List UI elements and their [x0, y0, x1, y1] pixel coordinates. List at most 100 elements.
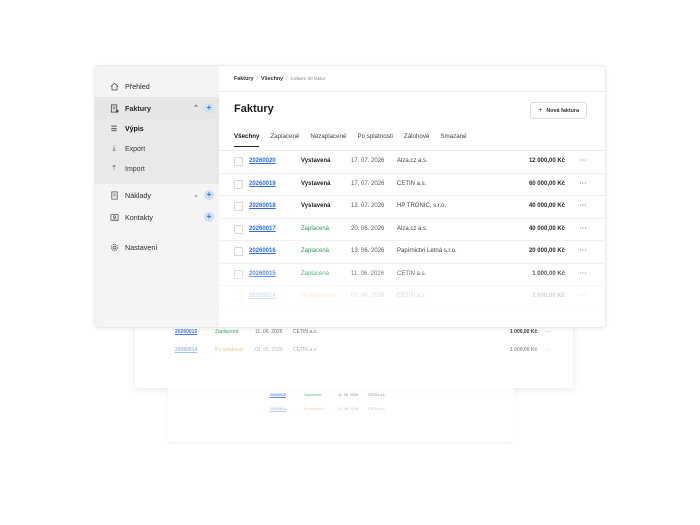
list-icon: ☰ — [110, 126, 118, 133]
invoice-client: Alza.cz a.s. — [397, 225, 428, 232]
row-checkbox[interactable] — [234, 292, 243, 301]
invoice-number-link[interactable]: 20260018 — [249, 203, 276, 209]
chevron-down-icon[interactable]: ⌄ — [193, 191, 199, 199]
tab-nezaplacene[interactable]: Nezaplacené — [310, 133, 346, 147]
more-actions-icon[interactable]: ··· — [580, 158, 588, 164]
invoice-date: 17. 07. 2026 — [351, 180, 385, 187]
breadcrumb-current: Všechny — [260, 76, 284, 82]
tab-smazane[interactable]: Smazané — [440, 133, 466, 147]
sidebar-subitem-label: Výpis — [125, 125, 144, 133]
sidebar-item-label: Nastavení — [125, 242, 158, 252]
more-actions-icon[interactable]: ··· — [580, 226, 588, 232]
invoice-icon — [109, 103, 119, 113]
tab-zaplacene[interactable]: Zaplacené — [270, 133, 299, 147]
invoice-client: CETIN a.s. — [397, 270, 427, 277]
invoice-amount: 20 000,00 Kč — [528, 248, 565, 254]
add-invoice-plus-icon[interactable]: + — [204, 103, 214, 113]
invoice-client: CETIN a.s. — [397, 180, 427, 187]
sidebar-item-label: Náklady — [125, 190, 151, 200]
invoice-amount: 40 000,00 Kč — [528, 225, 565, 232]
sidebar-subitem-import[interactable]: ⤒ Import — [95, 159, 219, 179]
invoice-number-link[interactable]: 20260017 — [249, 226, 276, 232]
sidebar-item-nastaveni[interactable]: Nastavení — [95, 236, 219, 258]
more-actions-icon[interactable]: ··· — [580, 293, 588, 299]
table-row[interactable]: 20260014 Po splatnosti 01. 06. 2026 CETI… — [219, 286, 605, 309]
sidebar-item-kontakty[interactable]: Kontakty + — [95, 206, 219, 228]
add-expense-plus-icon[interactable]: + — [204, 190, 214, 200]
invoice-status: Zaplacená — [301, 225, 330, 232]
invoice-date: 17. 07. 2026 — [351, 158, 385, 164]
sidebar-item-label: Přehled — [125, 81, 150, 91]
invoice-number-link[interactable]: 20260014 — [249, 293, 276, 299]
sidebar-item-prehled[interactable]: Přehled — [95, 75, 219, 97]
table-row[interactable]: 20260018 Vystavená 12. 07. 2026 HP TRONI… — [219, 196, 605, 219]
more-actions-icon[interactable]: ··· — [580, 271, 588, 277]
invoice-amount: 12 000,00 Kč — [528, 158, 565, 164]
invoice-date: 11. 06. 2026 — [351, 270, 384, 277]
invoice-tabs: Všechny Zaplacené Nezaplacené Po splatno… — [234, 133, 478, 147]
sidebar-item-faktury[interactable]: Faktury ⌃ + — [95, 97, 219, 119]
invoice-status: Vystavená — [301, 203, 331, 209]
invoice-date: 01. 06. 2026 — [351, 293, 385, 299]
page-title: Faktury — [234, 103, 274, 115]
invoice-date: 13. 06. 2026 — [351, 248, 385, 254]
row-checkbox[interactable] — [234, 157, 243, 166]
add-contact-plus-icon[interactable]: + — [204, 212, 214, 222]
upload-icon: ⤒ — [112, 165, 116, 172]
invoice-status: Po splatnosti — [301, 293, 336, 299]
table-row[interactable]: 20260017 Zaplacená 20. 06. 2026 Alza.cz … — [219, 219, 605, 241]
chevron-up-icon[interactable]: ⌃ — [193, 104, 199, 112]
invoice-table: 20260020 Vystavená 17. 07. 2026 Alza.cz … — [219, 151, 605, 309]
invoice-client: CETIN a.s. — [397, 293, 427, 299]
invoice-status: Vystavená — [301, 158, 331, 164]
invoice-number-link[interactable]: 20260015 — [249, 271, 276, 277]
ghost-layer-1: 20260015 Zaplacená 11. 06. 2026 CETIN a.… — [135, 320, 573, 388]
download-icon: ⤓ — [112, 145, 116, 152]
sidebar-subitem-vypis[interactable]: ☰ Výpis — [95, 119, 219, 139]
row-checkbox[interactable] — [234, 179, 243, 189]
invoice-client: Papírnictví Letná s.r.o. — [397, 248, 457, 254]
row-checkbox[interactable] — [234, 247, 243, 256]
row-checkbox[interactable] — [234, 224, 243, 234]
table-row[interactable]: 20260020 Vystavená 17. 07. 2026 Alza.cz … — [219, 151, 605, 174]
plus-icon: + — [538, 107, 543, 114]
invoice-number-link[interactable]: 20260019 — [249, 181, 276, 187]
row-checkbox[interactable] — [234, 269, 243, 279]
main-content: Faktury / Všechny / Celkem 30 faktur Faktury… — [219, 66, 605, 327]
invoice-amount: 1 000,00 Kč — [532, 270, 565, 277]
sidebar-item-label: Kontakty — [125, 212, 153, 222]
more-actions-icon[interactable]: ··· — [580, 181, 588, 187]
invoice-amount: 60 000,00 Kč — [528, 180, 565, 187]
invoice-client: HP TRONIC, s.r.o. — [397, 203, 447, 209]
invoice-number-link[interactable]: 20260016 — [249, 248, 276, 254]
tab-po-splatnosti[interactable]: Po splatnosti — [357, 133, 392, 147]
invoice-date: 12. 07. 2026 — [351, 203, 385, 209]
table-row[interactable]: 20260016 Zaplacená 13. 06. 2026 Papírnic… — [219, 241, 605, 264]
receipt-icon — [109, 190, 119, 200]
tab-vsechny[interactable]: Všechny — [234, 133, 260, 147]
invoice-amount: 40 000,00 Kč — [528, 203, 565, 209]
invoice-status: Vystavená — [301, 180, 331, 187]
row-checkbox[interactable] — [234, 202, 243, 211]
more-actions-icon[interactable]: ··· — [580, 248, 588, 254]
breadcrumb-root[interactable]: Faktury — [234, 76, 253, 82]
sidebar-subitem-label: Export — [125, 145, 146, 153]
sidebar-subitem-export[interactable]: ⤓ Export — [95, 139, 219, 159]
new-invoice-button[interactable]: + Nová faktura — [530, 102, 587, 119]
table-row[interactable]: 20260015 Zaplacená 11. 06. 2026 CETIN a.… — [219, 264, 605, 286]
sidebar-item-naklady[interactable]: Náklady ⌄ + — [95, 184, 219, 206]
breadcrumb-count: Celkem 30 faktur — [290, 76, 326, 81]
tab-zalohove[interactable]: Zálohové — [404, 133, 429, 147]
sidebar-submenu-faktury: ☰ Výpis ⤓ Export ⤒ Import — [95, 119, 219, 184]
sidebar: Přehled Faktury ⌃ + ☰ Výpis ⤓ Export ⤒ I… — [95, 66, 219, 327]
invoice-date: 20. 06. 2026 — [351, 225, 385, 232]
invoice-client: Alza.cz a.s. — [397, 158, 428, 164]
app-window: Přehled Faktury ⌃ + ☰ Výpis ⤓ Export ⤒ I… — [94, 65, 606, 328]
table-row[interactable]: 20260019 Vystavená 17. 07. 2026 CETIN a.… — [219, 174, 605, 196]
contacts-icon — [109, 212, 119, 222]
invoice-amount: 1 000,00 Kč — [532, 293, 565, 299]
ghost-layer-2: 20260015 Zaplacená 11. 06. 2026 CETIN a.… — [168, 385, 514, 441]
invoice-status: Zaplacená — [301, 248, 330, 254]
invoice-number-link[interactable]: 20260020 — [249, 158, 276, 164]
more-actions-icon[interactable]: ··· — [580, 203, 588, 209]
